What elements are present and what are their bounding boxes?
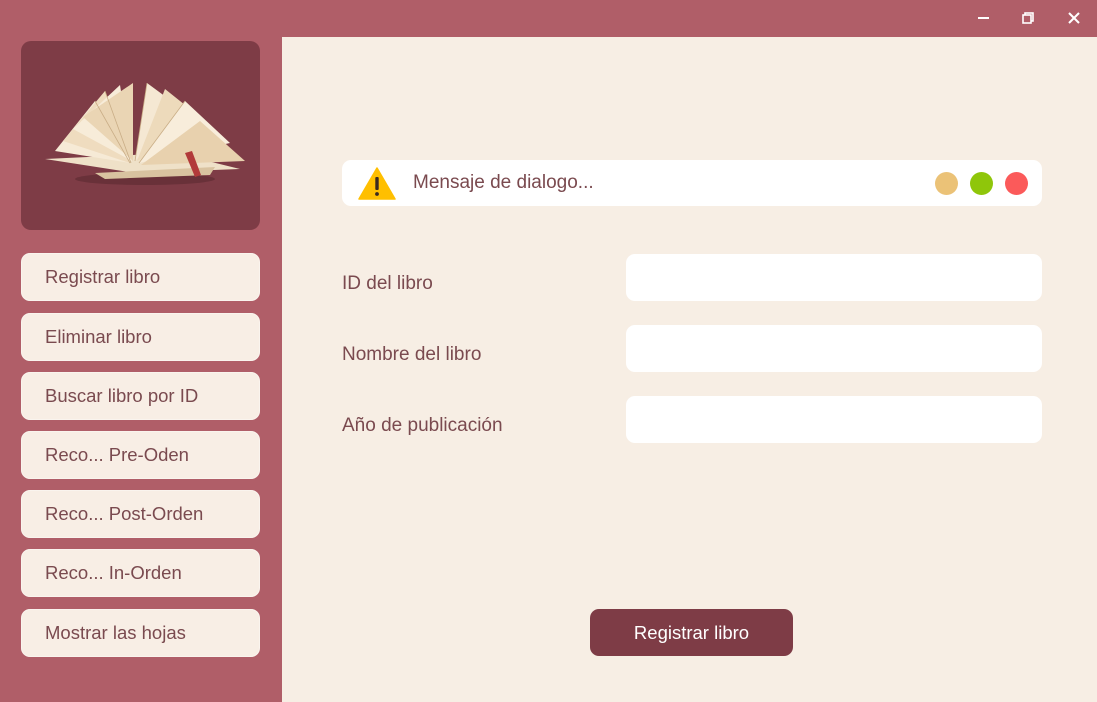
title-bar — [0, 0, 1097, 37]
yellow-dot-button[interactable] — [935, 172, 958, 195]
nombre-input[interactable] — [626, 325, 1042, 372]
sidebar-item-buscar-libro[interactable]: Buscar libro por ID — [21, 372, 260, 420]
minimize-icon[interactable] — [971, 6, 995, 30]
logo-card — [21, 41, 260, 230]
main-content: Mensaje de dialogo... ID del libro Nombr… — [282, 37, 1097, 702]
green-dot-button[interactable] — [970, 172, 993, 195]
id-input[interactable] — [626, 254, 1042, 301]
warning-icon — [358, 167, 396, 200]
sidebar-item-pre-orden[interactable]: Reco... Pre-Oden — [21, 431, 260, 479]
sidebar-item-eliminar-libro[interactable]: Eliminar libro — [21, 313, 260, 361]
nombre-label: Nombre del libro — [342, 344, 482, 365]
sidebar-item-post-orden[interactable]: Reco... Post-Orden — [21, 490, 260, 538]
registrar-libro-button[interactable]: Registrar libro — [590, 609, 793, 656]
sidebar-item-in-orden[interactable]: Reco... In-Orden — [21, 549, 260, 597]
sidebar-item-registrar-libro[interactable]: Registrar libro — [21, 253, 260, 301]
sidebar-item-mostrar-hojas[interactable]: Mostrar las hojas — [21, 609, 260, 657]
close-icon[interactable] — [1062, 6, 1086, 30]
message-bar: Mensaje de dialogo... — [342, 160, 1042, 206]
open-book-icon — [45, 82, 245, 185]
anio-label: Año de publicación — [342, 415, 503, 436]
maximize-icon[interactable] — [1016, 6, 1040, 30]
sidebar: Registrar libro Eliminar libro Buscar li… — [0, 37, 282, 702]
message-text: Mensaje de dialogo... — [413, 172, 594, 193]
id-label: ID del libro — [342, 273, 433, 294]
red-dot-button[interactable] — [1005, 172, 1028, 195]
anio-input[interactable] — [626, 396, 1042, 443]
